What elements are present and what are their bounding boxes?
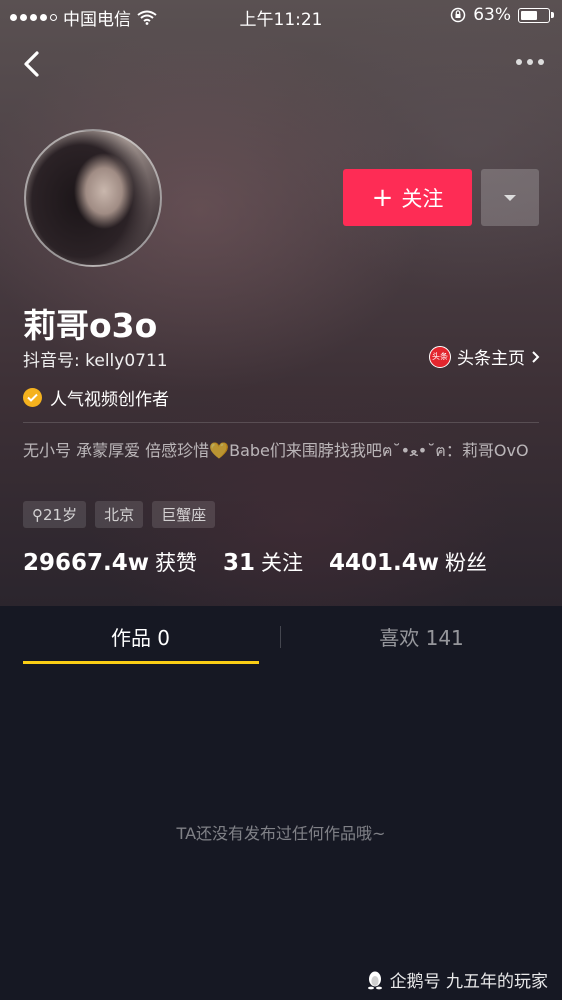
chevron-right-icon — [532, 350, 540, 363]
watermark-text: 企鹅号 九五年的玩家 — [389, 972, 548, 992]
tab-likes[interactable]: 喜欢 141 — [281, 606, 562, 666]
toutiao-homepage-link[interactable]: 头条 头条主页 — [429, 344, 540, 369]
toutiao-label: 头条主页 — [457, 349, 525, 369]
profile-tabs: 作品 0 喜欢 141 — [0, 606, 562, 666]
tab-works[interactable]: 作品 0 — [0, 606, 281, 666]
verified-label: 人气视频创作者 — [50, 390, 169, 410]
avatar[interactable] — [24, 129, 162, 267]
status-bar: 中国电信 上午11:21 63% — [0, 0, 562, 32]
empty-state-message: TA还没有发布过任何作品哦~ — [176, 824, 386, 843]
stat-following[interactable]: 31 关注 — [223, 547, 303, 577]
more-button[interactable] — [504, 52, 544, 72]
active-tab-indicator — [23, 661, 259, 664]
stat-followers[interactable]: 4401.4w 粉丝 — [329, 547, 487, 577]
profile-stats: 29667.4w 获赞 31 关注 4401.4w 粉丝 — [23, 547, 487, 577]
nickname: 莉哥o3o — [23, 306, 158, 345]
toutiao-logo-icon: 头条 — [429, 345, 451, 368]
follow-button[interactable]: + 关注 — [343, 169, 472, 226]
tag-zodiac: 巨蟹座 — [152, 501, 216, 528]
bio-text: 无小号 承蒙厚爱 倍感珍惜💛Babe们来围脖找我吧ฅ˘•ﻌ•˘ฅ：莉哥OvO — [23, 441, 529, 460]
verified-creator: 人气视频创作者 — [23, 385, 169, 410]
orientation-lock-icon — [450, 7, 466, 23]
caret-down-icon — [504, 194, 516, 201]
profile-tags: ⚲21岁 北京 巨蟹座 — [23, 501, 216, 528]
watermark: 企鹅号 九五年的玩家 — [366, 967, 548, 992]
recommend-dropdown-button[interactable] — [481, 169, 539, 226]
plus-icon: + — [371, 182, 394, 213]
battery-percent: 63% — [473, 5, 511, 25]
follow-label: 关注 — [401, 186, 444, 211]
divider — [23, 422, 539, 423]
stat-likes[interactable]: 29667.4w 获赞 — [23, 547, 197, 577]
douyin-id: 抖音号: kelly0711 — [23, 351, 168, 371]
battery-icon — [518, 7, 554, 23]
verified-check-icon — [23, 388, 42, 407]
tag-city: 北京 — [95, 501, 144, 528]
penguin-icon — [367, 971, 382, 989]
tag-age: ⚲21岁 — [23, 501, 87, 528]
more-dots-icon — [516, 59, 522, 65]
status-right: 63% — [450, 5, 554, 25]
chevron-left-icon — [24, 51, 39, 77]
back-button[interactable] — [18, 44, 48, 84]
